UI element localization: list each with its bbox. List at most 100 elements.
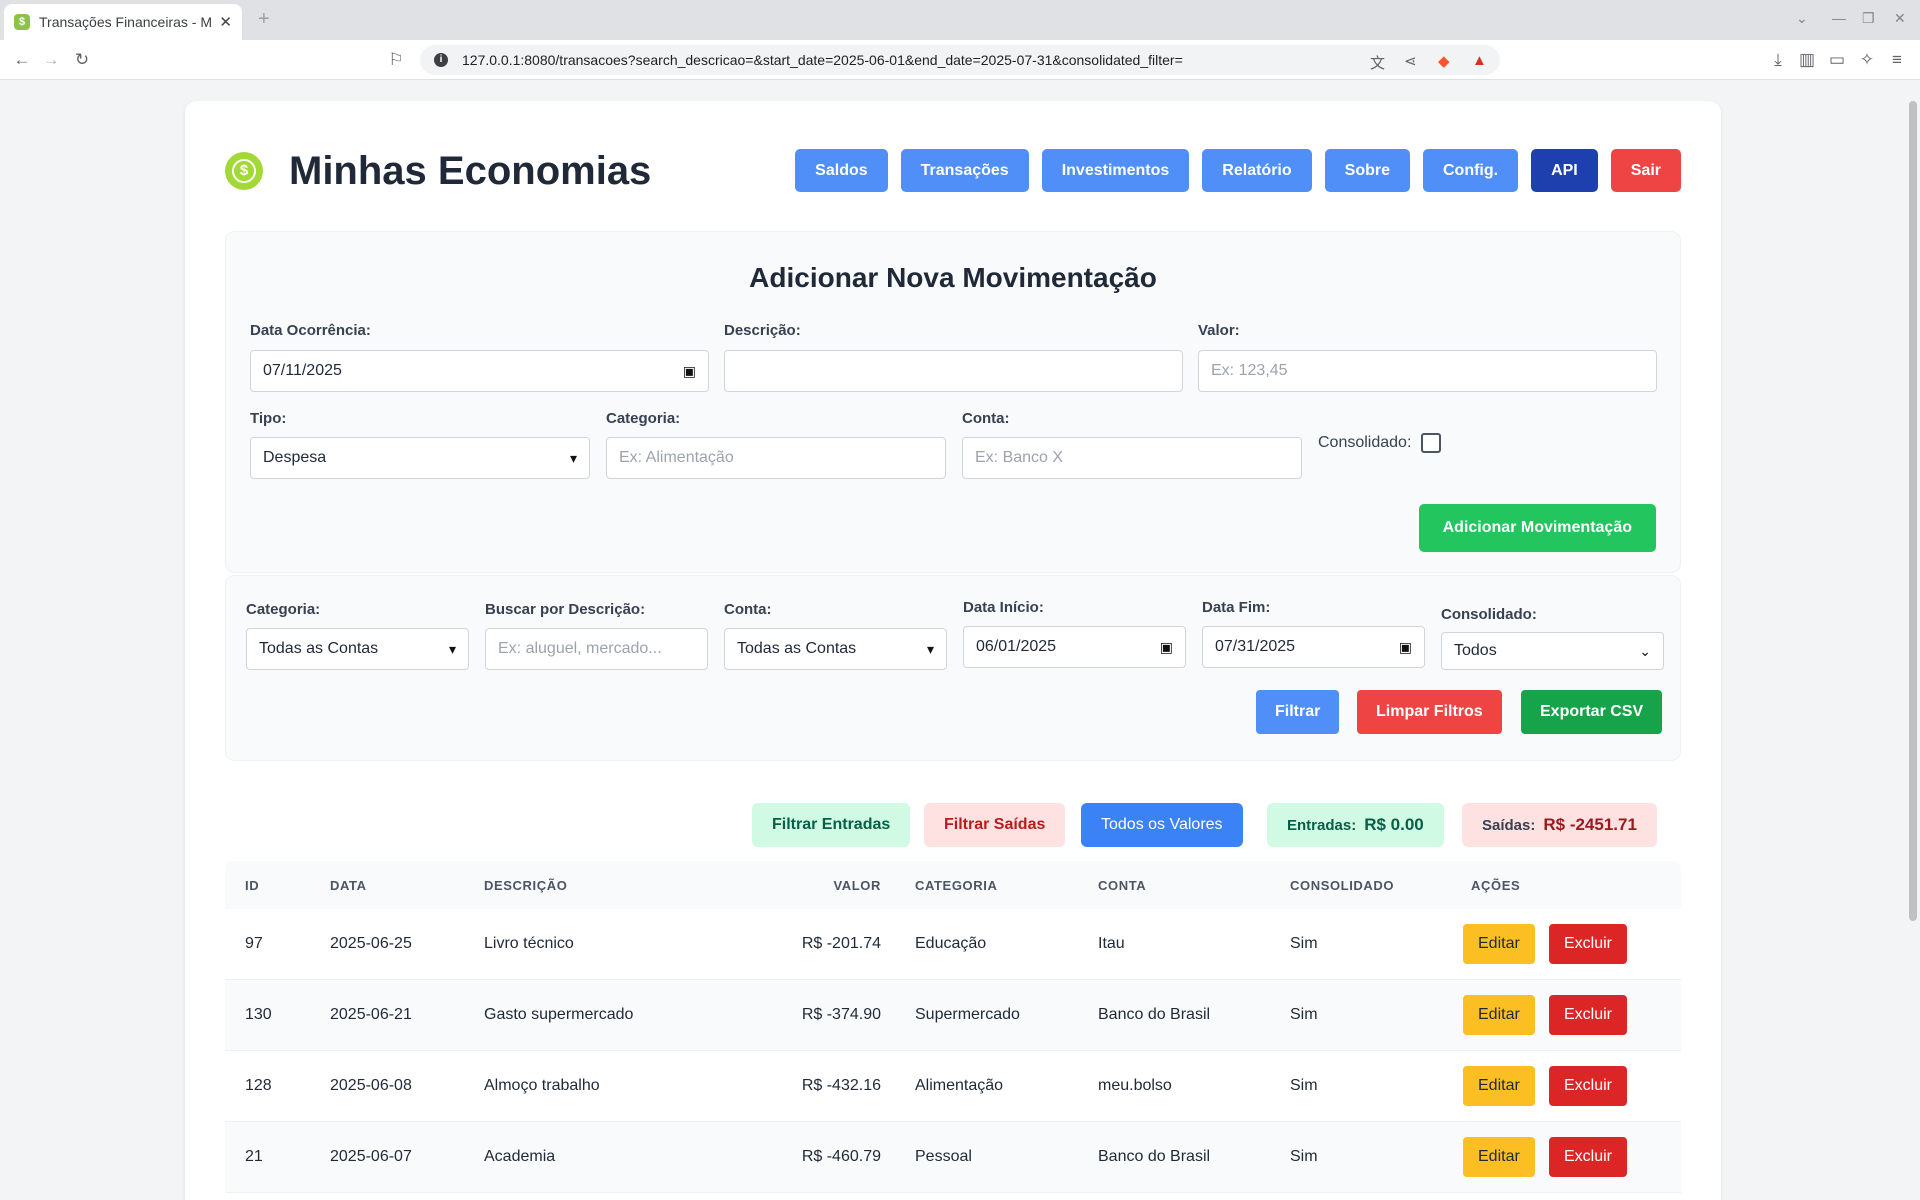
main-nav: Saldos Transações Investimentos Relatóri… (795, 149, 1681, 192)
brave-shield-icon[interactable]: ◆ (1438, 52, 1450, 70)
value-label: Valor: (1198, 322, 1240, 339)
restore-icon[interactable]: ❐ (1862, 10, 1875, 27)
close-window-icon[interactable]: ✕ (1894, 10, 1906, 27)
scrollbar-thumb[interactable] (1909, 101, 1917, 921)
delete-button[interactable]: Excluir (1549, 1066, 1628, 1106)
forward-icon[interactable]: → (41, 50, 61, 70)
edit-button[interactable]: Editar (1463, 924, 1535, 964)
cell-id: 130 (245, 1006, 272, 1023)
cell-date: 2025-06-25 (330, 935, 412, 952)
type-select[interactable]: Despesa ▾ (250, 437, 590, 479)
description-label: Descrição: (724, 322, 801, 339)
nav-config-button[interactable]: Config. (1422, 149, 1519, 192)
wallet-icon[interactable]: ▭ (1827, 50, 1847, 70)
category-label: Categoria: (606, 410, 681, 427)
chevron-down-icon: ▾ (448, 640, 456, 657)
cell-consolidated: Sim (1290, 1077, 1318, 1094)
filter-start-date-input[interactable]: 06/01/2025 ▣ (963, 626, 1186, 668)
nav-sair-button[interactable]: Sair (1610, 149, 1681, 192)
nav-saldos-button[interactable]: Saldos (795, 149, 888, 192)
cell-account: Itau (1098, 935, 1125, 952)
calendar-icon[interactable]: ▣ (1160, 639, 1173, 656)
delete-button[interactable]: Excluir (1549, 1137, 1628, 1177)
filter-account-select[interactable]: Todas as Contas ▾ (724, 628, 947, 670)
filter-end-date-input[interactable]: 07/31/2025 ▣ (1202, 626, 1425, 668)
nav-investimentos-button[interactable]: Investimentos (1041, 149, 1190, 192)
nav-sobre-button[interactable]: Sobre (1324, 149, 1410, 192)
browser-tab[interactable]: $ Transações Financeiras - Min ✕ (4, 4, 242, 40)
dollar-logo-icon: $ (225, 152, 263, 190)
filter-search-label: Buscar por Descrição: (485, 601, 646, 618)
calendar-icon[interactable]: ▣ (683, 363, 696, 380)
table-row: 97 2025-06-25 Livro técnico R$ -201.74 E… (225, 909, 1681, 980)
delete-button[interactable]: Excluir (1549, 995, 1628, 1035)
cell-date: 2025-06-21 (330, 1006, 412, 1023)
filters-panel: Categoria: Todas as Contas ▾ Buscar por … (225, 575, 1681, 761)
cell-value: R$ -432.16 (801, 1077, 881, 1094)
description-input[interactable] (724, 350, 1183, 392)
cell-description: Gasto supermercado (484, 1006, 634, 1023)
filter-income-button[interactable]: Filtrar Entradas (752, 803, 911, 847)
address-bar[interactable]: i 127.0.0.1:8080/transacoes?search_descr… (420, 45, 1500, 75)
nav-api-button[interactable]: API (1531, 149, 1598, 192)
cell-account: Banco do Brasil (1098, 1006, 1211, 1023)
cell-id: 128 (245, 1077, 272, 1094)
filter-consolidated-select[interactable]: Todos ⌄ (1441, 632, 1664, 670)
value-input[interactable]: Ex: 123,45 (1198, 350, 1657, 392)
minimize-icon[interactable]: — (1832, 10, 1846, 26)
download-icon[interactable]: ⤓ (1768, 50, 1788, 70)
reload-icon[interactable]: ↻ (72, 50, 92, 70)
col-conta: CONTA (1098, 878, 1147, 893)
col-id: ID (245, 878, 260, 893)
edit-button[interactable]: Editar (1463, 995, 1535, 1035)
filter-end-date-label: Data Fim: (1202, 599, 1271, 616)
cell-category: Alimentação (915, 1077, 1004, 1094)
category-input[interactable]: Ex: Alimentação (606, 437, 946, 479)
cell-category: Pessoal (915, 1148, 972, 1165)
app-title: Minhas Economias (289, 149, 652, 193)
browser-toolbar: ← → ↻ ⚐ i 127.0.0.1:8080/transacoes?sear… (0, 40, 1920, 80)
calendar-icon[interactable]: ▣ (1399, 639, 1412, 656)
filter-expense-button[interactable]: Filtrar Saídas (924, 803, 1066, 847)
add-transaction-button[interactable]: Adicionar Movimentação (1418, 504, 1656, 552)
bookmark-icon[interactable]: ⚐ (386, 50, 406, 70)
edit-button[interactable]: Editar (1463, 1066, 1535, 1106)
nav-relatorio-button[interactable]: Relatório (1202, 149, 1312, 192)
nav-transacoes-button[interactable]: Transações (900, 149, 1029, 192)
cell-date: 2025-06-08 (330, 1077, 412, 1094)
close-tab-icon[interactable]: ✕ (219, 13, 232, 31)
tab-list-icon[interactable]: ⌄ (1796, 10, 1808, 27)
leo-ai-icon[interactable]: ✧ (1857, 50, 1877, 70)
share-icon[interactable]: ⋖ (1404, 52, 1417, 70)
col-data: DATA (330, 878, 367, 893)
cell-date: 2025-06-07 (330, 1148, 412, 1165)
export-csv-button[interactable]: Exportar CSV (1521, 690, 1663, 734)
col-valor: VALOR (833, 878, 881, 893)
add-transaction-form: Adicionar Nova Movimentação Data Ocorrên… (225, 231, 1681, 573)
col-acoes: AÇÕES (1471, 878, 1521, 893)
cell-account: Banco do Brasil (1098, 1148, 1211, 1165)
income-total-badge: Entradas: R$ 0.00 (1267, 803, 1444, 847)
cell-id: 21 (245, 1148, 263, 1165)
date-input[interactable]: 07/11/2025 ▣ (250, 350, 709, 392)
new-tab-icon[interactable]: + (258, 8, 270, 31)
translate-icon[interactable]: 文 (1370, 52, 1385, 73)
delete-button[interactable]: Excluir (1549, 924, 1628, 964)
clear-filters-button[interactable]: Limpar Filtros (1357, 690, 1502, 734)
back-icon[interactable]: ← (12, 50, 32, 70)
date-label: Data Ocorrência: (250, 322, 371, 339)
edit-button[interactable]: Editar (1463, 1137, 1535, 1177)
chevron-down-icon: ▾ (926, 640, 934, 657)
menu-icon[interactable]: ≡ (1887, 50, 1907, 70)
filter-search-input[interactable]: Ex: aluguel, mercado... (485, 628, 708, 670)
all-values-button[interactable]: Todos os Valores (1081, 803, 1243, 847)
filter-button[interactable]: Filtrar (1256, 690, 1340, 734)
filter-category-select[interactable]: Todas as Contas ▾ (246, 628, 469, 670)
page-scrollbar[interactable] (1906, 81, 1920, 1200)
consolidated-checkbox[interactable] (1421, 433, 1441, 453)
cell-consolidated: Sim (1290, 1148, 1318, 1165)
sidebar-icon[interactable]: ▥ (1797, 50, 1817, 70)
account-input[interactable]: Ex: Banco X (962, 437, 1302, 479)
brave-rewards-icon[interactable]: ▲ (1472, 52, 1487, 69)
site-info-icon[interactable]: i (434, 53, 448, 67)
